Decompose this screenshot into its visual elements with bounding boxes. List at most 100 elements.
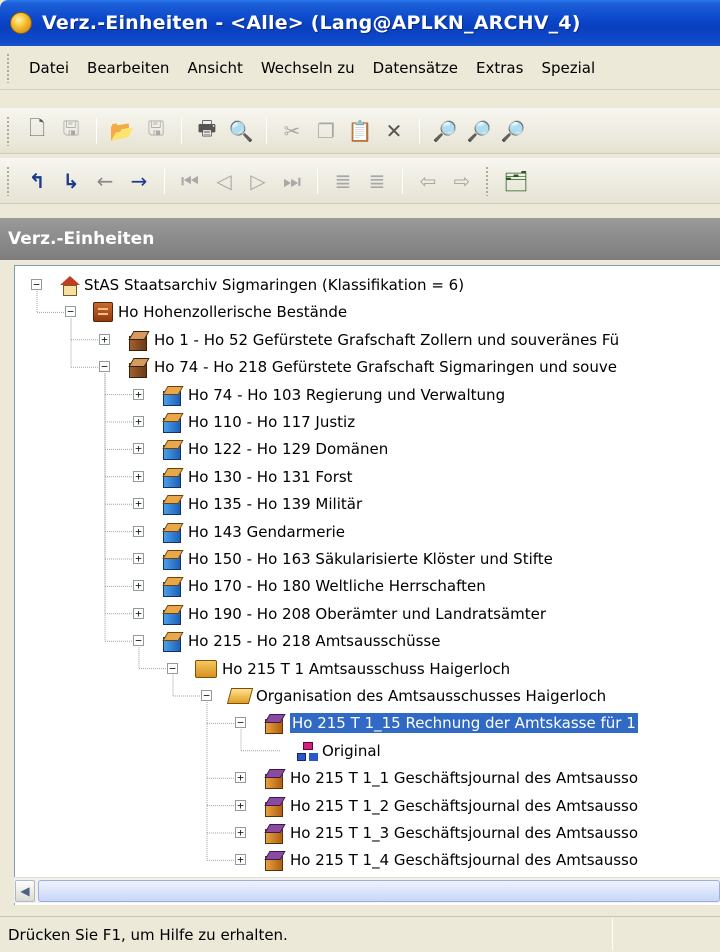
cabinet-icon — [93, 302, 113, 323]
tree-node[interactable]: Ho 143 Gendarmerie — [161, 519, 345, 545]
tree-node[interactable]: Ho 74 - Ho 103 Regierung und Verwaltung — [161, 382, 505, 408]
indent-icon[interactable]: ≣ — [326, 164, 360, 198]
menu-wechseln-zu[interactable]: Wechseln zu — [252, 59, 364, 77]
toolbar-grip-handle[interactable] — [485, 165, 489, 196]
collapse-icon[interactable]: − — [201, 690, 212, 701]
delete-icon[interactable]: ✕ — [377, 114, 411, 148]
collapse-icon[interactable]: − — [65, 306, 76, 318]
outdent-icon[interactable]: ≣ — [360, 164, 394, 198]
tree-node[interactable]: Organisation des Amtsausschusses Haigerl… — [226, 683, 606, 709]
expand-icon[interactable]: + — [133, 607, 144, 619]
print-preview-icon[interactable]: 🔍 — [224, 114, 258, 148]
box-blue-icon — [161, 604, 183, 625]
toolbar-separator — [317, 167, 318, 194]
menu-datei[interactable]: Datei — [20, 59, 78, 77]
next-record-icon[interactable]: ▷ — [241, 164, 275, 198]
expand-icon[interactable]: + — [133, 525, 144, 537]
find-replace-icon[interactable]: 🔎 — [462, 114, 496, 148]
previous-record-icon[interactable]: ◁ — [207, 164, 241, 198]
tree-node[interactable]: Ho 170 - Ho 180 Weltliche Herrschaften — [161, 573, 486, 599]
tree-node[interactable]: Ho 215 - Ho 218 Amtsausschüsse — [161, 628, 440, 654]
scroll-left-icon[interactable]: ◀ — [15, 880, 35, 902]
status-text: Drücken Sie F1, um Hilfe zu erhalten. — [8, 925, 288, 944]
menu-extras[interactable]: Extras — [467, 59, 532, 77]
box-blue-icon — [161, 439, 183, 461]
collapse-icon[interactable]: − — [235, 717, 246, 729]
tree-node-label: Ho Hohenzollerische Bestände — [118, 303, 348, 322]
last-record-icon[interactable]: ⏭ — [275, 164, 309, 198]
tree-view-icon[interactable]: 🗂 — [499, 164, 533, 198]
expand-icon[interactable]: + — [133, 388, 144, 400]
tree-node[interactable]: Ho 135 - Ho 139 Militär — [161, 491, 362, 517]
tree-node[interactable]: Ho 1 - Ho 52 Gefürstete Grafschaft Zolle… — [127, 327, 619, 353]
box-blue-icon — [161, 494, 183, 516]
arrow-left-icon[interactable]: ← — [88, 164, 122, 198]
app-icon[interactable] — [10, 12, 32, 34]
collapse-icon[interactable]: − — [133, 635, 144, 647]
tree-node-label: Ho 110 - Ho 117 Justiz — [188, 413, 356, 431]
tree-node[interactable]: StAS Staatsarchiv Sigmaringen (Klassifik… — [59, 272, 464, 298]
save-as-icon[interactable]: 🖫 — [139, 114, 173, 148]
tree-node[interactable]: Ho 215 T 1_3 Geschäftsjournal des Amtsau… — [263, 820, 638, 846]
title-bar[interactable]: Verz.-Einheiten - <Alle> (Lang@APLKN_ARC… — [0, 0, 720, 46]
expand-icon[interactable]: + — [133, 580, 144, 592]
open-icon[interactable]: 📂 — [105, 114, 139, 148]
expand-icon[interactable]: + — [235, 799, 246, 811]
menubar-grip-handle[interactable] — [6, 52, 10, 83]
collapse-icon[interactable]: − — [31, 279, 42, 290]
horizontal-scrollbar[interactable]: ◀ — [14, 877, 720, 903]
tree-node[interactable]: Ho Hohenzollerische Bestände — [93, 299, 347, 325]
collapse-icon[interactable]: − — [99, 361, 110, 373]
tree-node[interactable]: Original — [297, 738, 381, 764]
tree-node[interactable]: Ho 215 T 1_15 Rechnung der Amtskasse für… — [263, 710, 639, 736]
menu-datensaetze[interactable]: Datensätze — [364, 59, 467, 77]
tree-node[interactable]: Ho 150 - Ho 163 Säkularisierte Klöster u… — [161, 546, 553, 572]
print-icon[interactable]: 🖶 — [190, 114, 224, 148]
tree-node-label: Ho 215 T 1_3 Geschäftsjournal des Amtsau… — [290, 824, 639, 842]
level-down-icon[interactable]: ↳ — [54, 164, 88, 198]
expand-icon[interactable]: + — [133, 416, 144, 427]
arrow-right-icon[interactable]: → — [122, 164, 156, 198]
toolbar-grip-handle[interactable] — [6, 165, 10, 196]
tree-node[interactable]: Ho 215 T 1_1 Geschäftsjournal des Amtsau… — [263, 765, 638, 791]
expand-icon[interactable]: + — [99, 333, 110, 345]
copy-icon[interactable]: ❐ — [309, 114, 343, 148]
new-icon[interactable]: 🗋 — [20, 114, 54, 148]
box-blue-icon — [161, 385, 183, 406]
expand-icon[interactable]: + — [133, 553, 144, 564]
expand-icon[interactable]: + — [235, 772, 246, 784]
level-up-icon[interactable]: ↰ — [20, 164, 54, 198]
paste-icon[interactable]: 📋 — [343, 114, 377, 148]
tree-node[interactable]: Ho 215 T 1 Amtsausschuss Haigerloch — [195, 656, 510, 682]
tree-node[interactable]: Ho 110 - Ho 117 Justiz — [161, 409, 355, 435]
tree-node[interactable]: Ho 215 T 1_2 Geschäftsjournal des Amtsau… — [263, 793, 638, 819]
expand-icon[interactable]: + — [235, 827, 246, 838]
tree-node[interactable]: Ho 74 - Ho 218 Gefürstete Grafschaft Sig… — [127, 354, 617, 380]
tree-node-label: StAS Staatsarchiv Sigmaringen (Klassifik… — [84, 276, 465, 294]
tree-node[interactable]: Ho 190 - Ho 208 Oberämter und Landratsäm… — [161, 601, 546, 627]
tree-node[interactable]: Ho 122 - Ho 129 Domänen — [161, 436, 388, 462]
scrollbar-thumb[interactable] — [38, 880, 720, 902]
toolbar-separator — [266, 117, 267, 144]
expand-icon[interactable]: + — [133, 498, 144, 510]
cut-icon[interactable]: ✂ — [275, 114, 309, 148]
tree-view[interactable]: − StAS Staatsarchiv Sigmaringen (Klassifi… — [14, 265, 720, 905]
tree-node-label: Ho 130 - Ho 131 Forst — [188, 467, 353, 486]
toolbar-grip-handle[interactable] — [6, 115, 10, 146]
expand-icon[interactable]: + — [133, 443, 144, 455]
tree-node[interactable]: Ho 215 T 1_4 Geschäftsjournal des Amtsau… — [263, 847, 638, 873]
menu-ansicht[interactable]: Ansicht — [178, 59, 251, 77]
expand-icon[interactable]: + — [133, 470, 144, 482]
collapse-icon[interactable]: − — [167, 662, 178, 674]
first-record-icon[interactable]: ⏮ — [173, 164, 207, 198]
find-icon[interactable]: 🔎 — [428, 114, 462, 148]
menu-spezial[interactable]: Spezial — [532, 59, 604, 77]
save-icon[interactable]: 🖫 — [54, 114, 88, 148]
package-icon — [263, 713, 285, 735]
menu-bearbeiten[interactable]: Bearbeiten — [78, 59, 178, 77]
back-icon[interactable]: ⇦ — [411, 164, 445, 198]
expand-icon[interactable]: + — [235, 854, 246, 866]
tree-node[interactable]: Ho 130 - Ho 131 Forst — [161, 464, 353, 490]
find-next-icon[interactable]: 🔎 — [496, 114, 530, 148]
forward-icon[interactable]: ⇨ — [445, 164, 479, 198]
